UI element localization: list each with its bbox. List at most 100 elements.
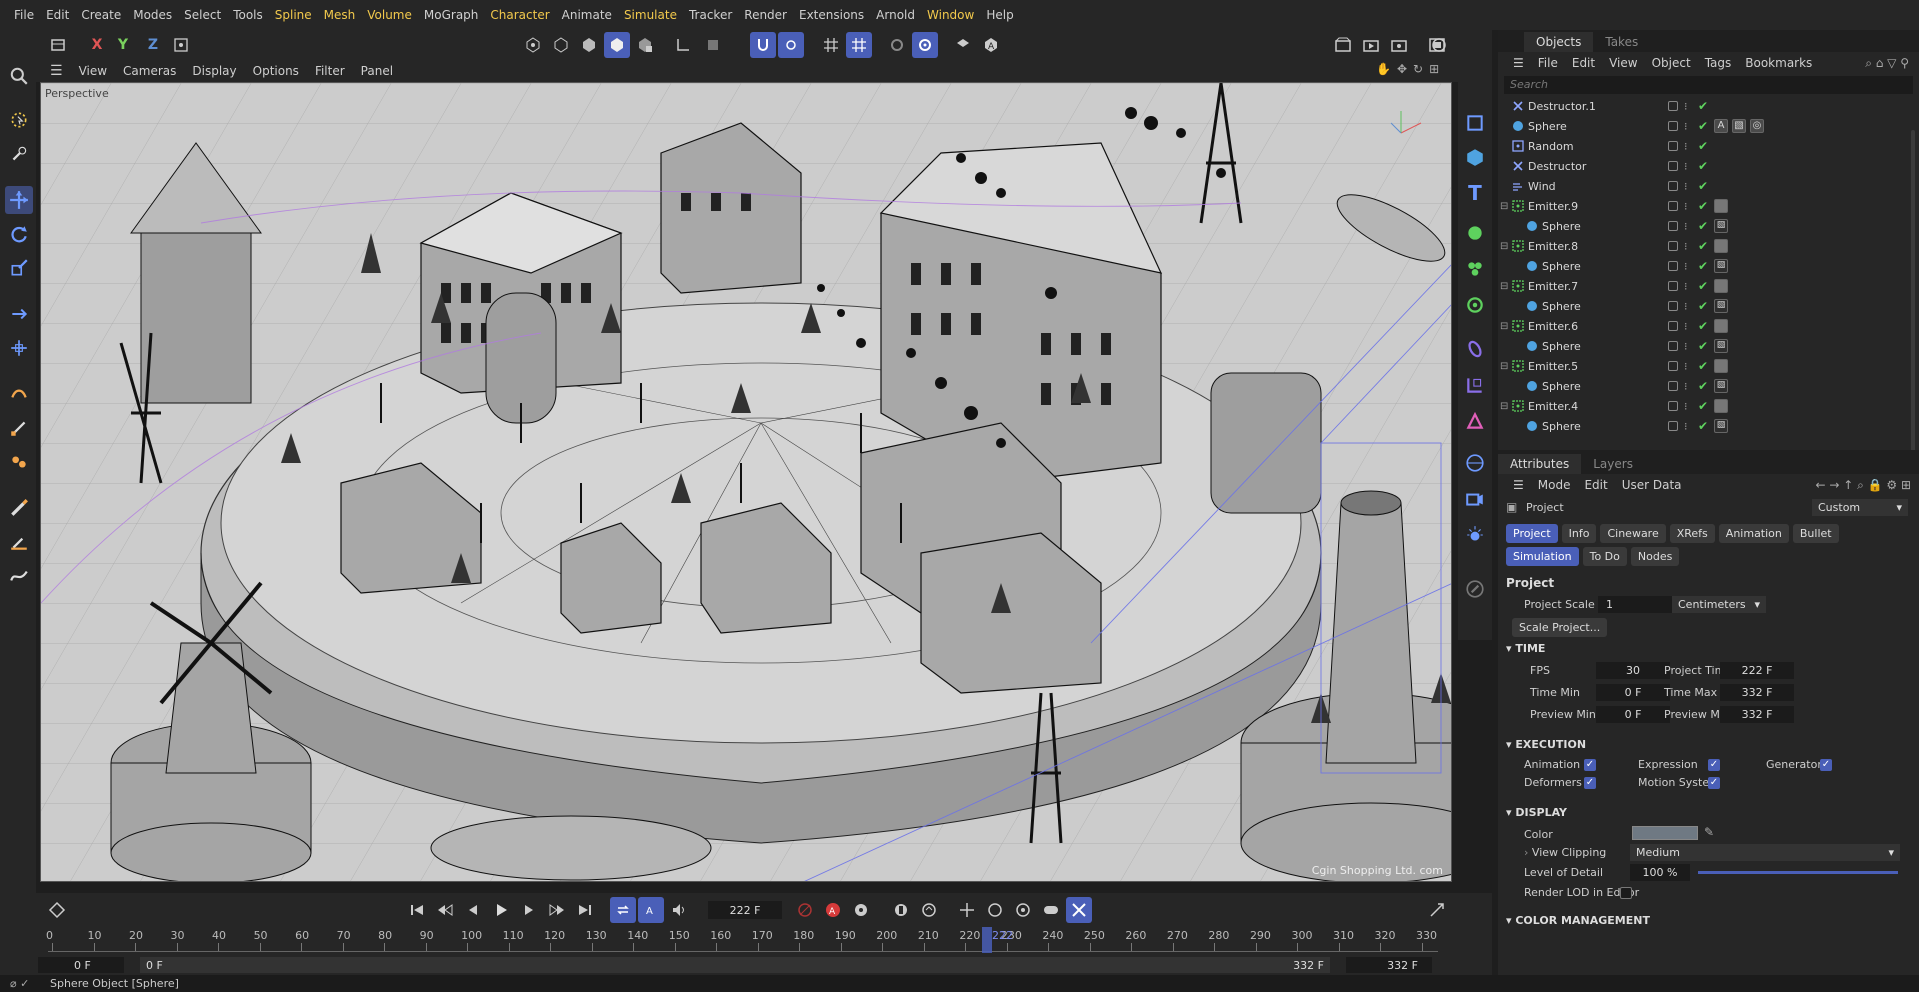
visibility-dots-icon[interactable]: ⁝ xyxy=(1684,360,1688,373)
enabled-check-icon[interactable]: ✔ xyxy=(1698,259,1708,273)
object-row[interactable]: Sphere ⁝ ✔ A ▧ ◎ xyxy=(1498,116,1919,136)
viewport-menu-panel[interactable]: Panel xyxy=(353,64,401,78)
object-name[interactable]: Destructor.1 xyxy=(1528,100,1596,113)
tweak-tool-icon[interactable] xyxy=(5,140,33,168)
objects-search-input[interactable]: Search xyxy=(1504,76,1913,94)
enabled-check-icon[interactable]: ✔ xyxy=(1698,319,1708,333)
view-clipping-dropdown[interactable]: Medium ▾ xyxy=(1630,844,1900,861)
texture-tag-icon[interactable]: ▧ xyxy=(1714,299,1728,313)
object-name[interactable]: Emitter.9 xyxy=(1528,200,1578,213)
paint-icon[interactable] xyxy=(5,528,33,556)
color-picker-icon[interactable]: ✎ xyxy=(1704,825,1714,839)
layout-icon[interactable] xyxy=(1426,32,1452,58)
edit-render-settings-icon[interactable] xyxy=(1462,576,1488,602)
material-tag-icon[interactable] xyxy=(1714,359,1728,373)
rotate-tool-icon[interactable] xyxy=(5,220,33,248)
layer-toggle-icon[interactable] xyxy=(1668,301,1678,311)
tab-layers[interactable]: Layers xyxy=(1581,454,1645,474)
enabled-check-icon[interactable]: ✔ xyxy=(1698,239,1708,253)
menu-extensions[interactable]: Extensions xyxy=(793,8,870,22)
enabled-check-icon[interactable]: ✔ xyxy=(1698,119,1708,133)
next-key-icon[interactable] xyxy=(544,897,570,923)
menu-file[interactable]: File xyxy=(8,8,40,22)
objects-menu-bookmarks[interactable]: Bookmarks xyxy=(1738,56,1819,70)
volume-icon[interactable] xyxy=(1462,408,1488,434)
attr-tab-nodes[interactable]: Nodes xyxy=(1630,547,1680,566)
playhead[interactable] xyxy=(982,927,992,953)
motion-system-checkbox[interactable]: ✓ xyxy=(1708,777,1720,789)
menu-window[interactable]: Window xyxy=(921,8,980,22)
layer-toggle-icon[interactable] xyxy=(1668,281,1678,291)
axis-x-lock[interactable]: X xyxy=(84,32,110,58)
enabled-check-icon[interactable]: ✔ xyxy=(1698,219,1708,233)
menu-volume[interactable]: Volume xyxy=(361,8,418,22)
enabled-check-icon[interactable]: ✔ xyxy=(1698,159,1708,173)
render-view-icon[interactable] xyxy=(1330,32,1356,58)
layer-toggle-icon[interactable] xyxy=(1668,401,1678,411)
mograph-icon[interactable] xyxy=(1462,256,1488,282)
expand-toggle-icon[interactable]: ⊟ xyxy=(1500,201,1508,212)
attributes-menu-mode[interactable]: Mode xyxy=(1531,478,1578,492)
objects-scrollbar[interactable] xyxy=(1911,130,1915,460)
timeline-ruler[interactable]: 0 10 20 30 40 50 60 70 80 90 100 110 120 130 140 150 160… xyxy=(46,929,1438,953)
object-name[interactable]: Emitter.6 xyxy=(1528,320,1578,333)
attr-tab-bullet[interactable]: Bullet xyxy=(1792,524,1839,543)
next-frame-icon[interactable] xyxy=(516,897,542,923)
live-selection-icon[interactable] xyxy=(5,106,33,134)
tab-takes[interactable]: Takes xyxy=(1593,32,1650,52)
generator-icon[interactable] xyxy=(1462,220,1488,246)
attr-tab-animation[interactable]: Animation xyxy=(1718,524,1789,543)
object-row[interactable]: Sphere ⁝ ✔ ▧ xyxy=(1498,256,1919,276)
object-row[interactable]: ⊟ Emitter.9 ⁝ ✔ xyxy=(1498,196,1919,216)
lod-icon[interactable] xyxy=(950,32,976,58)
generators-checkbox[interactable]: ✓ xyxy=(1820,759,1832,771)
key-rotation-icon[interactable] xyxy=(916,897,942,923)
objects-menu-object[interactable]: Object xyxy=(1645,56,1698,70)
spline-smooth-icon[interactable] xyxy=(5,562,33,590)
object-row[interactable]: ⊟ Emitter.4 ⁝ ✔ xyxy=(1498,396,1919,416)
sculpt-icon[interactable] xyxy=(5,448,33,476)
object-name[interactable]: Sphere xyxy=(1542,300,1581,313)
object-row[interactable]: Random ⁝ ✔ xyxy=(1498,136,1919,156)
coordinate-system-icon[interactable] xyxy=(168,32,194,58)
environment-icon[interactable] xyxy=(1462,450,1488,476)
texture-tag-icon[interactable]: ▧ xyxy=(1714,339,1728,353)
object-name[interactable]: Emitter.5 xyxy=(1528,360,1578,373)
object-name[interactable]: Sphere xyxy=(1542,420,1581,433)
layer-toggle-icon[interactable] xyxy=(1668,221,1678,231)
expand-toggle-icon[interactable]: ⊟ xyxy=(1500,361,1508,372)
previous-key-icon[interactable] xyxy=(432,897,458,923)
object-name[interactable]: Wind xyxy=(1528,180,1556,193)
visibility-dots-icon[interactable]: ⁝ xyxy=(1684,340,1688,353)
visibility-dots-icon[interactable]: ⁝ xyxy=(1684,420,1688,433)
enabled-check-icon[interactable]: ✔ xyxy=(1698,139,1708,153)
preview-end-input[interactable]: 332 F xyxy=(1346,957,1432,973)
execution-section-title[interactable]: ▾ EXECUTION xyxy=(1506,738,1586,751)
object-row[interactable]: Sphere ⁝ ✔ ▧ xyxy=(1498,336,1919,356)
field-icon[interactable] xyxy=(1462,336,1488,362)
preview-start-input[interactable]: 0 F xyxy=(38,957,124,973)
viewport-menu-filter[interactable]: Filter xyxy=(307,64,353,78)
cube-icon[interactable] xyxy=(1462,110,1488,136)
deformers-checkbox[interactable]: ✓ xyxy=(1584,777,1596,789)
scale-project-button[interactable]: Scale Project... xyxy=(1512,618,1608,637)
attributes-nav-icons[interactable]: ← → ↑ ⌕ 🔒 ⚙ ⊞ xyxy=(1808,478,1919,493)
object-row[interactable]: Sphere ⁝ ✔ ▧ xyxy=(1498,376,1919,396)
material-tag-icon[interactable]: ▧ xyxy=(1732,119,1746,133)
record-disabled-icon[interactable] xyxy=(792,897,818,923)
deformer-icon[interactable] xyxy=(1462,292,1488,318)
visibility-dots-icon[interactable]: ⁝ xyxy=(1684,200,1688,213)
visibility-dots-icon[interactable]: ⁝ xyxy=(1684,220,1688,233)
viewport-menu-display[interactable]: Display xyxy=(184,64,244,78)
material-tag-icon[interactable] xyxy=(1714,199,1728,213)
preview-max-input[interactable]: 332 F xyxy=(1720,706,1794,723)
light-icon[interactable] xyxy=(1462,522,1488,548)
transfer-tool-icon[interactable] xyxy=(5,300,33,328)
menu-render[interactable]: Render xyxy=(738,8,793,22)
viewport-solo-icon[interactable] xyxy=(884,32,910,58)
layer-toggle-icon[interactable] xyxy=(1668,261,1678,271)
enabled-check-icon[interactable]: ✔ xyxy=(1698,299,1708,313)
project-scale-input[interactable]: 1 xyxy=(1598,596,1674,613)
expand-toggle-icon[interactable]: ⊟ xyxy=(1500,241,1508,252)
visibility-dots-icon[interactable]: ⁝ xyxy=(1684,180,1688,193)
